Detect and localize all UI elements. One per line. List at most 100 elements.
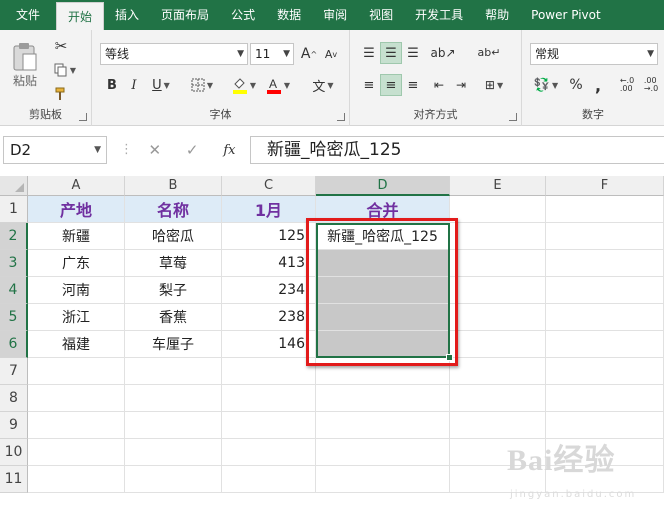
tab-file[interactable]: 文件	[0, 0, 56, 30]
row-header-2[interactable]: 2	[0, 223, 28, 250]
orientation-button[interactable]: ab↗	[428, 42, 458, 64]
tab-help[interactable]: 帮助	[474, 0, 520, 30]
cell-e3[interactable]	[450, 250, 546, 277]
row-header-6[interactable]: 6	[0, 331, 28, 358]
cell-e2[interactable]	[450, 223, 546, 250]
cell-a2[interactable]: 新疆	[28, 223, 125, 250]
cell-a7[interactable]	[28, 358, 125, 385]
column-header-e[interactable]: E	[450, 176, 546, 196]
column-header-c[interactable]: C	[222, 176, 316, 196]
cell-f1[interactable]	[546, 196, 664, 223]
enter-check-icon[interactable]: ✓	[186, 141, 199, 159]
bottom-align-button[interactable]: ☰	[402, 42, 424, 64]
cell-d1[interactable]: 合并	[316, 196, 450, 223]
alignment-dialog-launcher[interactable]	[509, 113, 517, 121]
cell-f8[interactable]	[546, 385, 664, 412]
format-painter-button[interactable]	[50, 84, 72, 104]
cell-a1[interactable]: 产地	[28, 196, 125, 223]
cell-d2[interactable]: 新疆_哈密瓜_125	[316, 223, 450, 250]
cell-b3[interactable]: 草莓	[125, 250, 222, 277]
row-header-1[interactable]: 1	[0, 196, 28, 223]
cell-a6[interactable]: 福建	[28, 331, 125, 358]
cell-f7[interactable]	[546, 358, 664, 385]
resize-handle-icon[interactable]: ⋮	[120, 142, 133, 157]
bold-button[interactable]: B	[102, 74, 122, 96]
font-name-combo[interactable]: 等线 ▼	[100, 43, 248, 65]
underline-button[interactable]: U ▼	[146, 74, 176, 96]
insert-function-button[interactable]: fx	[223, 143, 235, 158]
tab-review[interactable]: 审阅	[312, 0, 358, 30]
cell-c2[interactable]: 125	[222, 223, 316, 250]
merge-center-button[interactable]: ⊞ ▼	[478, 74, 510, 96]
cell-c6[interactable]: 146	[222, 331, 316, 358]
increase-indent-button[interactable]: ⇥	[450, 74, 472, 96]
cell-d4[interactable]	[316, 277, 450, 304]
row-header-9[interactable]: 9	[0, 412, 28, 439]
column-header-a[interactable]: A	[28, 176, 125, 196]
cell-b11[interactable]	[125, 466, 222, 493]
cut-button[interactable]: ✂	[50, 36, 72, 56]
row-header-11[interactable]: 11	[0, 466, 28, 493]
increase-decimal-button[interactable]: ←.0.00	[616, 74, 638, 96]
row-header-5[interactable]: 5	[0, 304, 28, 331]
cell-b8[interactable]	[125, 385, 222, 412]
cell-c4[interactable]: 234	[222, 277, 316, 304]
column-header-b[interactable]: B	[125, 176, 222, 196]
cell-c8[interactable]	[222, 385, 316, 412]
number-format-combo[interactable]: 常规 ▼	[530, 43, 658, 65]
cell-a4[interactable]: 河南	[28, 277, 125, 304]
tab-data[interactable]: 数据	[266, 0, 312, 30]
cell-b2[interactable]: 哈密瓜	[125, 223, 222, 250]
cell-f3[interactable]	[546, 250, 664, 277]
formula-input[interactable]: 新疆_哈密瓜_125	[250, 136, 664, 164]
comma-style-button[interactable]: ,	[588, 74, 608, 96]
borders-button[interactable]: ▼	[186, 74, 218, 96]
cell-c3[interactable]: 413	[222, 250, 316, 277]
cell-d3[interactable]	[316, 250, 450, 277]
phonetic-button[interactable]: 文 ▼	[306, 72, 340, 98]
cell-b1[interactable]: 名称	[125, 196, 222, 223]
cell-b5[interactable]: 香蕉	[125, 304, 222, 331]
align-left-button[interactable]: ≡	[358, 74, 380, 96]
cell-f5[interactable]	[546, 304, 664, 331]
row-header-8[interactable]: 8	[0, 385, 28, 412]
column-header-f[interactable]: F	[546, 176, 664, 196]
cancel-icon[interactable]: ✕	[148, 141, 161, 159]
cell-d11[interactable]	[316, 466, 450, 493]
cell-a10[interactable]	[28, 439, 125, 466]
fill-handle[interactable]	[446, 354, 453, 361]
cell-d7[interactable]	[316, 358, 450, 385]
percent-style-button[interactable]: %	[566, 74, 586, 96]
font-dialog-launcher[interactable]	[337, 113, 345, 121]
copy-button[interactable]: ▼	[50, 60, 80, 80]
select-all-button[interactable]	[0, 176, 28, 196]
cell-e6[interactable]	[450, 331, 546, 358]
clipboard-dialog-launcher[interactable]	[79, 113, 87, 121]
italic-button[interactable]: I	[124, 74, 144, 96]
decrease-decimal-button[interactable]: .00 →.0	[640, 74, 662, 96]
cell-e5[interactable]	[450, 304, 546, 331]
tab-home[interactable]: 开始	[56, 2, 105, 30]
shrink-font-button[interactable]: Av	[321, 44, 341, 64]
column-header-d[interactable]: D	[316, 176, 450, 196]
wrap-text-button[interactable]: ab↵	[476, 38, 502, 66]
top-align-button[interactable]: ☰	[358, 42, 380, 64]
cell-b9[interactable]	[125, 412, 222, 439]
cell-e8[interactable]	[450, 385, 546, 412]
cell-d6[interactable]	[316, 331, 450, 358]
cell-e4[interactable]	[450, 277, 546, 304]
tab-view[interactable]: 视图	[358, 0, 404, 30]
cell-e1[interactable]	[450, 196, 546, 223]
align-center-button[interactable]: ≡	[380, 74, 402, 96]
cell-a9[interactable]	[28, 412, 125, 439]
middle-align-button[interactable]: ☰	[380, 42, 402, 64]
cell-d10[interactable]	[316, 439, 450, 466]
tab-insert[interactable]: 插入	[104, 0, 150, 30]
cell-b10[interactable]	[125, 439, 222, 466]
cell-d8[interactable]	[316, 385, 450, 412]
cell-a11[interactable]	[28, 466, 125, 493]
tab-page-layout[interactable]: 页面布局	[150, 0, 220, 30]
cell-d9[interactable]	[316, 412, 450, 439]
accounting-format-button[interactable]: 💱 ▼	[530, 74, 562, 96]
cell-c7[interactable]	[222, 358, 316, 385]
